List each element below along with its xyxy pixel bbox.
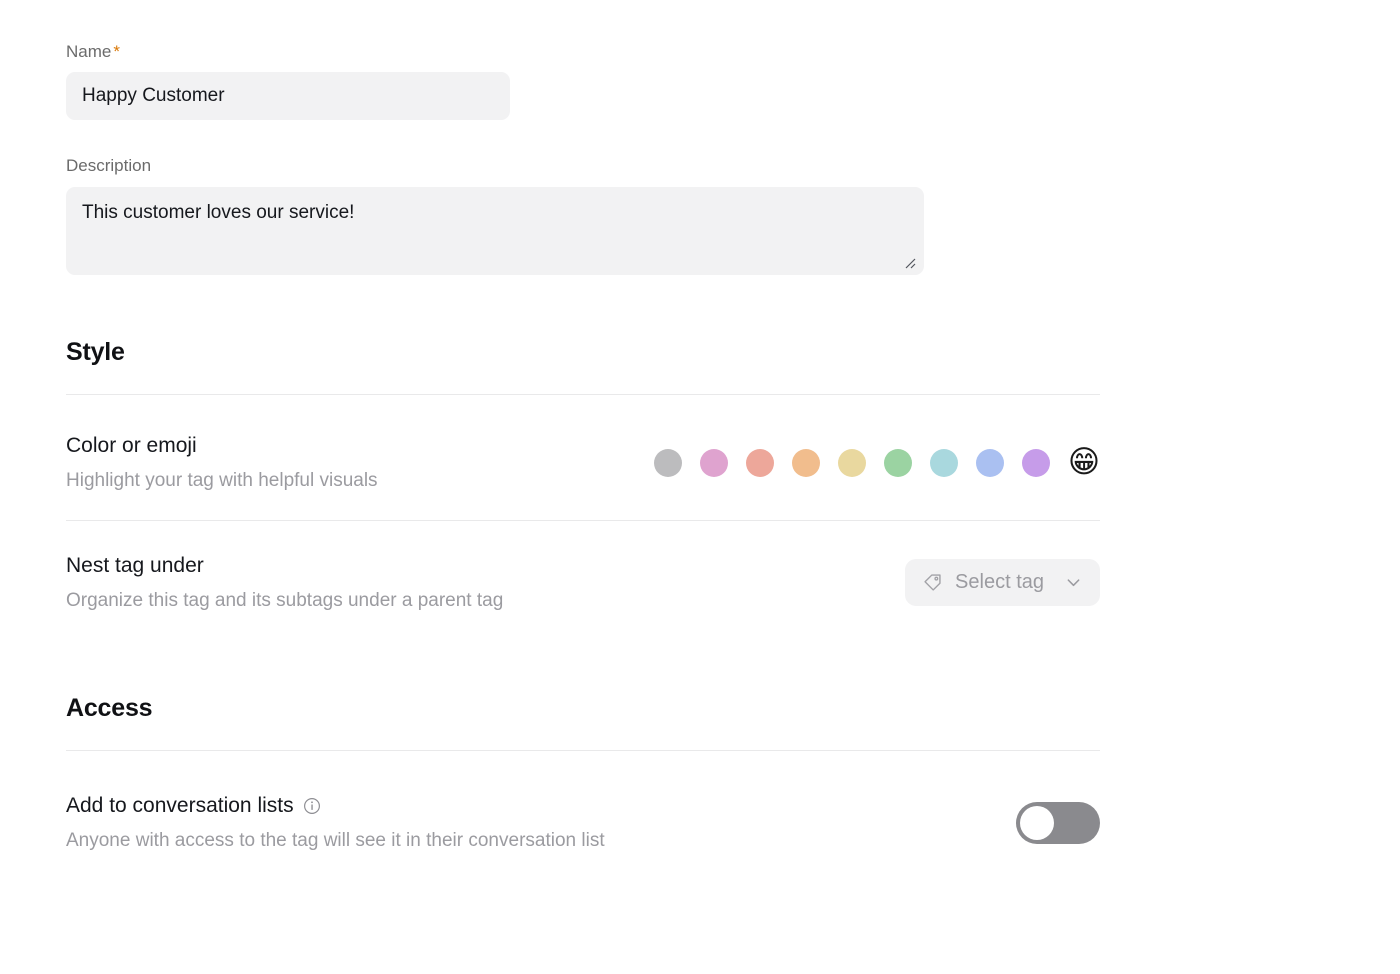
- description-label: Description: [66, 156, 152, 176]
- style-section-heading: Style: [66, 337, 125, 366]
- color-swatch-green[interactable]: [884, 448, 912, 477]
- color-swatch-salmon[interactable]: [746, 448, 774, 477]
- chevron-down-icon: [1067, 579, 1080, 587]
- color-swatch-gray[interactable]: [654, 448, 682, 477]
- description-textarea-wrap: [66, 186, 924, 275]
- color-nest-divider: [66, 519, 1100, 521]
- color-swatch-strip: 😁: [654, 447, 1100, 479]
- color-or-emoji-texts: Color or emoji Highlight your tag with h…: [66, 433, 378, 493]
- add-to-conversation-lists-subtitle: Anyone with access to the tag will see i…: [66, 830, 605, 852]
- color-swatch-orange[interactable]: [792, 448, 820, 477]
- name-field-block: Name *: [66, 42, 1100, 121]
- color-swatch-purple[interactable]: [1022, 448, 1050, 477]
- name-label-text: Name: [66, 42, 112, 61]
- nest-tag-subtitle: Organize this tag and its subtags under …: [66, 590, 504, 612]
- toggle-knob: [1020, 805, 1054, 840]
- description-field-block: Description: [66, 156, 1100, 275]
- select-tag-dropdown[interactable]: Select tag: [905, 559, 1100, 607]
- color-swatch-pink[interactable]: [700, 448, 728, 477]
- name-label: Name *: [66, 42, 1100, 62]
- color-swatch-yellow[interactable]: [838, 448, 866, 477]
- add-to-conversation-lists-toggle[interactable]: [1016, 801, 1100, 844]
- style-divider: [66, 393, 1100, 395]
- color-or-emoji-subtitle: Highlight your tag with helpful visuals: [66, 470, 378, 492]
- tag-icon: [924, 574, 941, 591]
- required-asterisk: *: [113, 42, 120, 61]
- emoji-swatch-grinning-face-icon[interactable]: 😁: [1068, 447, 1100, 479]
- nest-tag-under-row: Nest tag under Organize this tag and its…: [66, 553, 1100, 613]
- add-to-conversation-lists-row: Add to conversation lists Anyone with ac…: [66, 793, 1100, 853]
- add-to-conversation-lists-texts: Add to conversation lists Anyone with ac…: [66, 793, 605, 853]
- select-tag-label: Select tag: [955, 571, 1044, 594]
- tag-settings-form: Name* Description Style Color or emoji H…: [66, 0, 1100, 853]
- name-input[interactable]: [66, 72, 510, 121]
- access-section-heading: Access: [66, 693, 153, 722]
- add-to-conversation-lists-title: Add to conversation lists: [66, 793, 605, 819]
- access-divider: [66, 749, 1100, 751]
- description-textarea[interactable]: [66, 186, 924, 275]
- color-or-emoji-title: Color or emoji: [66, 433, 197, 457]
- nest-tag-title: Nest tag under: [66, 553, 204, 577]
- color-or-emoji-row: Color or emoji Highlight your tag with h…: [66, 433, 1100, 493]
- info-icon[interactable]: [303, 797, 321, 815]
- color-swatch-blue[interactable]: [976, 448, 1004, 477]
- color-swatch-teal[interactable]: [930, 448, 958, 477]
- nest-tag-texts: Nest tag under Organize this tag and its…: [66, 553, 503, 613]
- add-to-conversation-lists-title-text: Add to conversation lists: [66, 793, 294, 817]
